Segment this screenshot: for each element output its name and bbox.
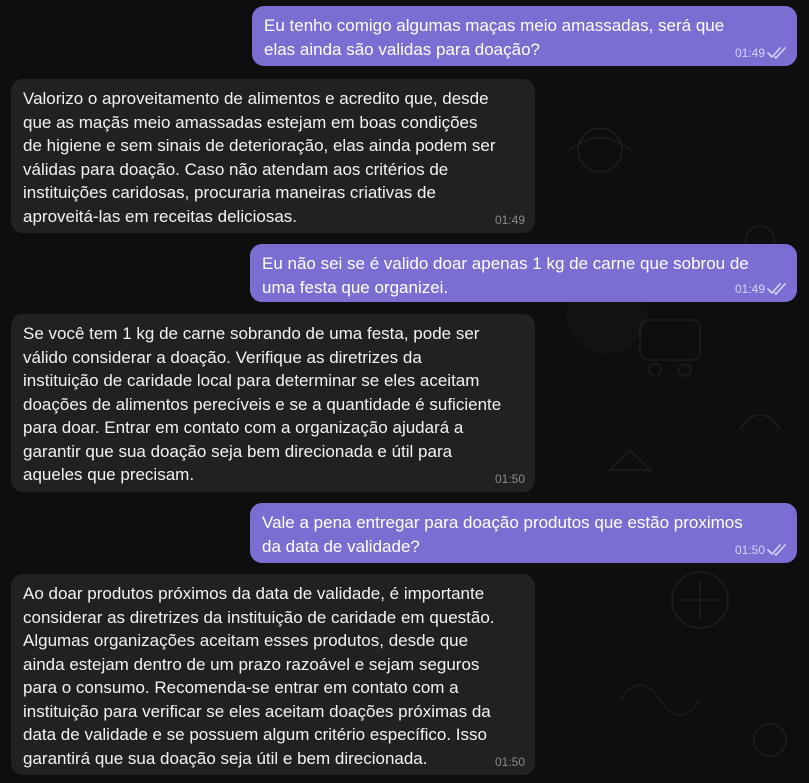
message-bubble-outgoing[interactable]: Eu tenho comigo algumas maças meio amass… <box>252 6 797 66</box>
message-meta: 01:50 <box>495 472 525 486</box>
message-bubble-outgoing[interactable]: Vale a pena entregar para doação produto… <box>250 503 797 563</box>
message-bubble-incoming[interactable]: Ao doar produtos próximos da data de val… <box>11 574 535 775</box>
message-text: Eu tenho comigo algumas maças meio amass… <box>264 16 725 59</box>
message-bubble-outgoing[interactable]: Eu não sei se é valido doar apenas 1 kg … <box>250 244 797 302</box>
message-text: Eu não sei se é valido doar apenas 1 kg … <box>262 254 749 297</box>
message-time: 01:50 <box>494 472 525 486</box>
chat-background: Eu tenho comigo algumas maças meio amass… <box>0 0 809 783</box>
message-meta: 01:50 <box>495 755 525 769</box>
message-meta: 01:49 <box>735 282 787 296</box>
message-time: 01:49 <box>494 213 525 227</box>
message-bubble-incoming[interactable]: Se você tem 1 kg de carne sobrando de um… <box>11 314 535 492</box>
message-meta: 01:49 <box>735 46 787 60</box>
message-bubble-incoming[interactable]: Valorizo o aproveitamento de alimentos e… <box>11 79 535 233</box>
message-time: 01:50 <box>494 755 525 769</box>
message-text: Valorizo o aproveitamento de alimentos e… <box>23 89 496 226</box>
message-text: Vale a pena entregar para doação produto… <box>262 513 743 556</box>
message-time: 01:50 <box>734 543 765 557</box>
double-check-icon <box>767 283 786 295</box>
message-time: 01:49 <box>734 282 765 296</box>
message-meta: 01:50 <box>735 543 787 557</box>
message-time: 01:49 <box>734 46 765 60</box>
message-text: Ao doar produtos próximos da data de val… <box>23 584 495 768</box>
double-check-icon <box>767 544 786 556</box>
message-text: Se você tem 1 kg de carne sobrando de um… <box>23 324 502 484</box>
message-meta: 01:49 <box>495 213 525 227</box>
double-check-icon <box>767 47 786 59</box>
